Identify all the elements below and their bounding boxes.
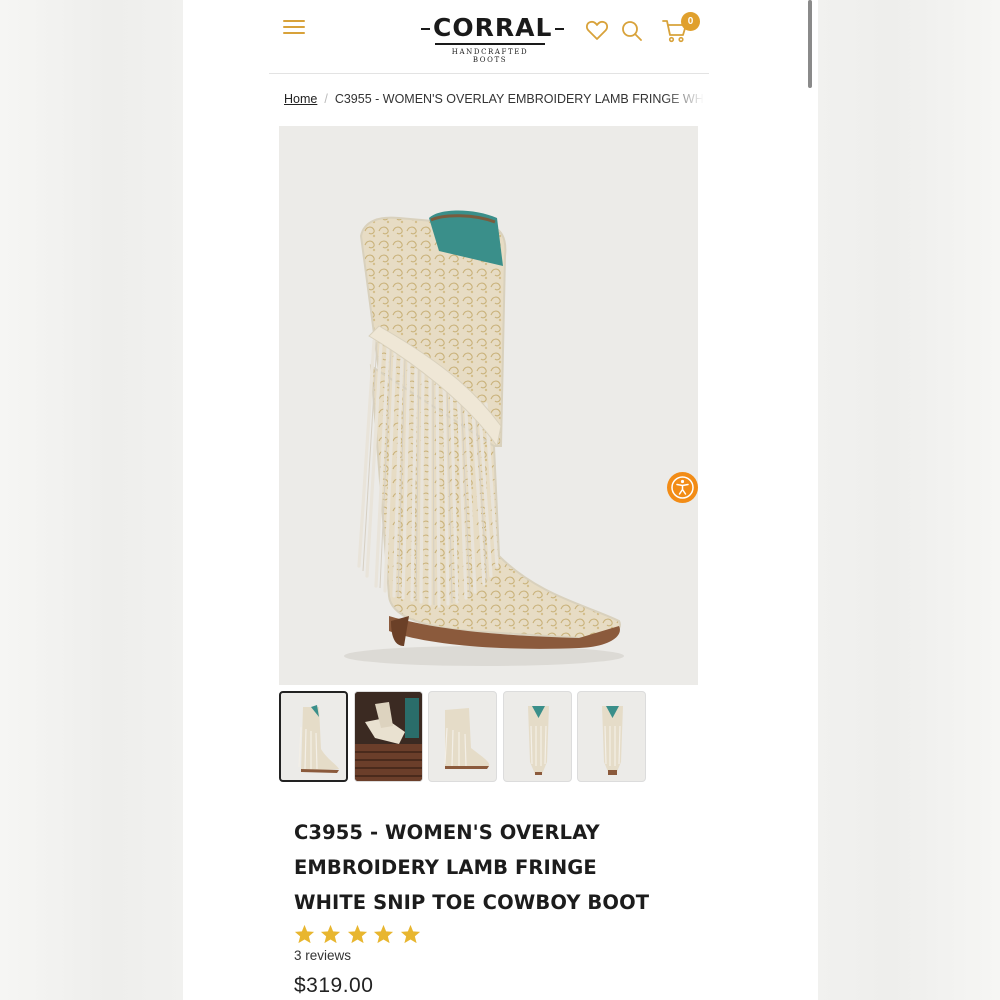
star-icon xyxy=(374,924,394,944)
reviews-link[interactable]: 3 reviews xyxy=(294,948,351,963)
star-icon xyxy=(347,924,367,944)
cart-count-badge: 0 xyxy=(681,12,700,31)
site-header: CORRAL HANDCRAFTED BOOTS 0 xyxy=(269,0,709,74)
thumbnail-4[interactable] xyxy=(503,691,572,782)
thumbnail-3[interactable] xyxy=(428,691,497,782)
wishlist-heart-icon[interactable] xyxy=(585,19,609,41)
search-icon[interactable] xyxy=(621,20,643,42)
rating-stars[interactable] xyxy=(294,924,422,946)
breadcrumb-fade xyxy=(664,92,704,110)
logo-subtitle: HANDCRAFTED BOOTS xyxy=(451,48,529,64)
background-right xyxy=(818,0,1000,1000)
product-title: C3955 - WOMEN'S OVERLAY EMBROIDERY LAMB … xyxy=(294,821,650,914)
thumbnail-2[interactable] xyxy=(354,691,423,782)
logo-text: CORRAL xyxy=(421,13,565,43)
thumbnail-gallery xyxy=(279,691,699,783)
background-left xyxy=(0,0,183,1000)
logo-dash xyxy=(421,28,430,30)
logo-dash xyxy=(555,28,565,30)
product-main-image[interactable] xyxy=(279,126,698,685)
accessibility-icon xyxy=(671,476,694,499)
star-icon xyxy=(321,924,341,944)
scrollbar[interactable] xyxy=(808,0,812,88)
product-price: $319.00 xyxy=(294,974,374,997)
breadcrumb: Home / C3955 - WOMEN'S OVERLAY EMBROIDERY … xyxy=(284,92,704,110)
breadcrumb-home-link[interactable]: Home xyxy=(284,92,317,106)
star-icon xyxy=(400,924,420,944)
accessibility-button[interactable] xyxy=(667,472,698,503)
hamburger-menu-icon[interactable] xyxy=(283,20,305,38)
breadcrumb-current: C3955 - WOMEN'S OVERLAY EMBROIDERY LAMB … xyxy=(334,92,704,106)
thumbnail-1[interactable] xyxy=(279,691,348,782)
logo-underline xyxy=(435,43,545,45)
thumbnail-5[interactable] xyxy=(577,691,646,782)
boot-illustration xyxy=(344,210,624,666)
breadcrumb-separator: / xyxy=(324,92,328,106)
corral-logo[interactable]: CORRAL HANDCRAFTED BOOTS xyxy=(421,13,565,64)
mobile-page: CORRAL HANDCRAFTED BOOTS 0 Home / C3955 - … xyxy=(183,0,818,1000)
star-icon xyxy=(294,924,315,944)
